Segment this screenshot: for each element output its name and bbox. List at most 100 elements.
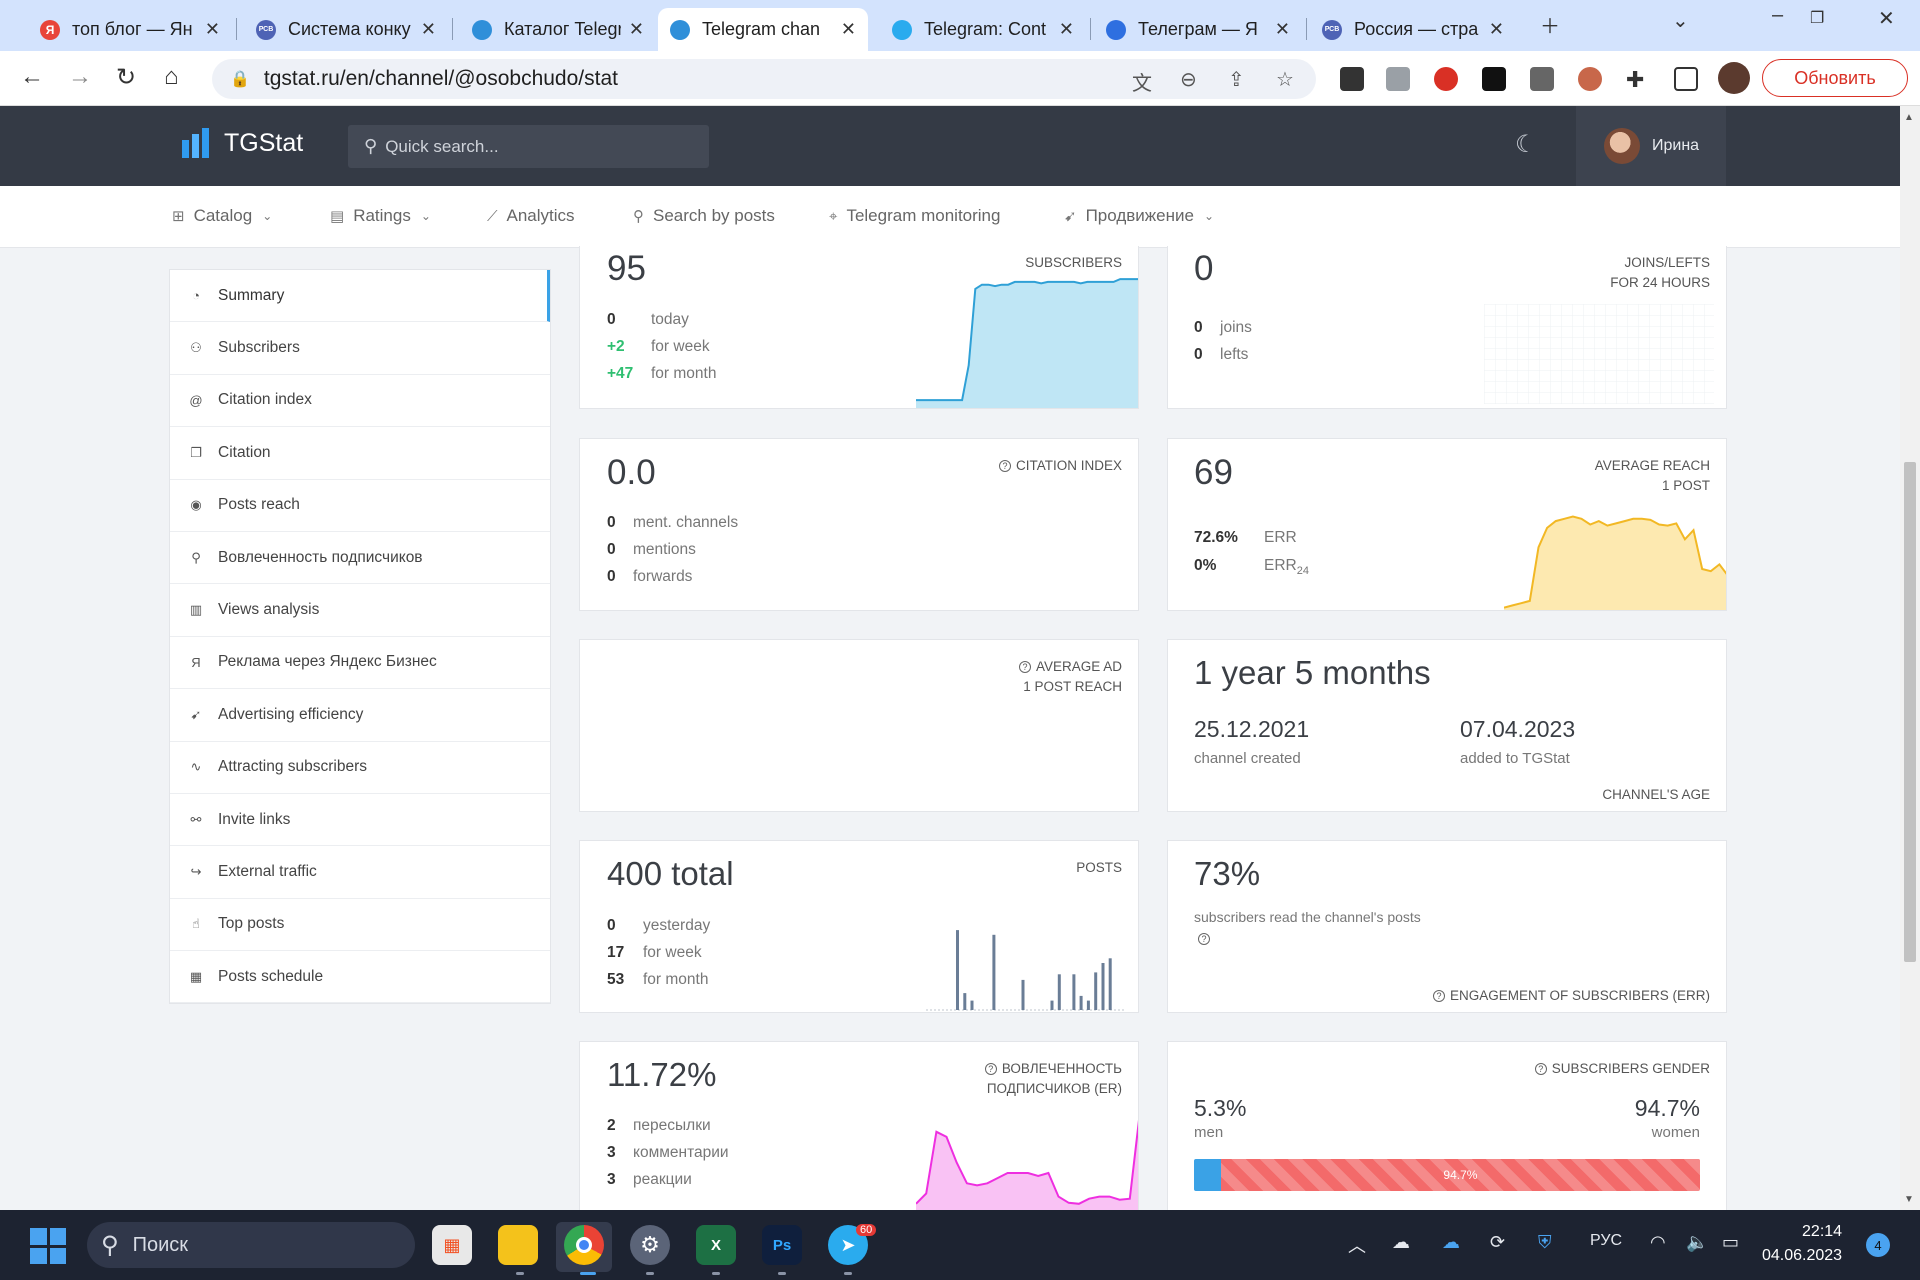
user-menu[interactable]: Ирина bbox=[1576, 106, 1726, 186]
extensions-puzzle-icon[interactable]: ✚ bbox=[1626, 67, 1650, 92]
quick-search-input[interactable]: ⚲ Quick search... bbox=[348, 125, 709, 168]
forward-icon[interactable]: → bbox=[68, 63, 92, 91]
dark-mode-icon[interactable]: ☾ bbox=[1515, 130, 1537, 159]
minimize-icon[interactable]: – bbox=[1772, 4, 1783, 27]
scroll-down-icon[interactable]: ▼ bbox=[1904, 1194, 1914, 1205]
profile-avatar[interactable] bbox=[1718, 62, 1750, 94]
close-tab-icon[interactable]: ✕ bbox=[1059, 19, 1074, 40]
extension-red-icon[interactable] bbox=[1434, 67, 1458, 91]
sidebar-item[interactable]: ◔ Summary bbox=[170, 270, 550, 323]
help-icon[interactable]: ? bbox=[998, 460, 1011, 472]
close-tab-icon[interactable]: ✕ bbox=[1275, 19, 1290, 40]
home-icon[interactable]: ⌂ bbox=[164, 63, 179, 91]
sidebar-item[interactable]: ⚲ Вовлеченность подписчиков bbox=[170, 532, 550, 585]
sidebar-item[interactable]: ↪ External traffic bbox=[170, 846, 550, 899]
sidebar-item[interactable]: ▦ Posts schedule bbox=[170, 951, 550, 1004]
browser-tab[interactable]: Каталог Telegr ✕ bbox=[460, 8, 656, 51]
close-tab-icon[interactable]: ✕ bbox=[629, 19, 644, 40]
tgstat-logo[interactable]: TGStat bbox=[182, 128, 303, 158]
extension-grey-icon[interactable] bbox=[1530, 67, 1554, 91]
settings-gear-icon[interactable]: ⚙ bbox=[630, 1225, 670, 1265]
running-indicator bbox=[712, 1272, 720, 1275]
nav-monitoring[interactable]: ⌖ Telegram monitoring bbox=[829, 206, 1000, 226]
scroll-up-icon[interactable]: ▲ bbox=[1904, 112, 1914, 123]
nav-search[interactable]: ⚲ Search by posts bbox=[633, 206, 775, 226]
nav-rocket[interactable]: ➹ Продвижение ⌄ bbox=[1064, 206, 1214, 226]
stat-label: for week bbox=[643, 944, 702, 961]
reload-icon[interactable]: ↻ bbox=[116, 63, 136, 92]
security-shield-icon[interactable]: ⛨ bbox=[1538, 1232, 1552, 1253]
stat-label: ment. channels bbox=[633, 514, 739, 531]
url-bar[interactable]: 🔒 tgstat.ru/en/channel/@osobchudo/stat 文… bbox=[212, 59, 1316, 99]
extension-code-icon[interactable] bbox=[1386, 67, 1410, 91]
system-clock[interactable]: 22:14 04.06.2023 bbox=[1762, 1220, 1842, 1268]
zoom-icon[interactable]: ⊖ bbox=[1180, 67, 1197, 92]
photoshop-icon[interactable]: Ps bbox=[762, 1225, 802, 1265]
extension-avatar-icon[interactable] bbox=[1578, 67, 1602, 91]
close-tab-icon[interactable]: ✕ bbox=[841, 19, 856, 40]
channel-age-caption: CHANNEL'S AGE bbox=[1602, 787, 1710, 802]
chrome-icon[interactable] bbox=[564, 1225, 604, 1265]
browser-tab[interactable]: Telegram chan ✕ bbox=[658, 8, 868, 51]
side-panel-icon[interactable] bbox=[1674, 67, 1698, 91]
new-tab-icon[interactable]: ＋ bbox=[1540, 10, 1560, 39]
sidebar-item[interactable]: ◉ Posts reach bbox=[170, 480, 550, 532]
store-icon[interactable]: ▦ bbox=[432, 1225, 472, 1265]
browser-tab[interactable]: Telegram: Cont ✕ bbox=[880, 8, 1086, 51]
translate-icon[interactable]: 文 bbox=[1132, 67, 1152, 96]
tray-overflow-icon[interactable]: ︿ bbox=[1348, 1232, 1366, 1258]
lock-icon[interactable]: 🔒 bbox=[230, 69, 250, 89]
notification-count-badge[interactable]: 4 bbox=[1866, 1233, 1890, 1257]
nav-grid[interactable]: ⊞ Catalog ⌄ bbox=[172, 206, 272, 226]
volume-icon[interactable]: 🔈 bbox=[1686, 1232, 1708, 1253]
stat-number: 2 bbox=[607, 1117, 616, 1134]
sidebar-item-label: Citation bbox=[218, 443, 271, 461]
excel-icon[interactable]: X bbox=[696, 1225, 736, 1265]
tab-search-icon[interactable]: ⌄ bbox=[1672, 8, 1689, 33]
browser-tab[interactable]: Ятоп блог — Ян ✕ bbox=[28, 8, 232, 51]
taskbar-search[interactable]: ⚲ Поиск bbox=[87, 1222, 415, 1268]
wifi-icon[interactable]: ◠ bbox=[1650, 1232, 1666, 1253]
cloud-error-icon[interactable]: ☁ bbox=[1392, 1232, 1410, 1253]
onedrive-icon[interactable]: ☁ bbox=[1442, 1232, 1460, 1253]
sidebar-item[interactable]: ⚇ Subscribers bbox=[170, 322, 550, 375]
sidebar-item[interactable]: ∿ Attracting subscribers bbox=[170, 742, 550, 794]
browser-tab[interactable]: Телеграм — Я ✕ bbox=[1094, 8, 1302, 51]
help-icon[interactable]: ? bbox=[984, 1063, 997, 1075]
close-tab-icon[interactable]: ✕ bbox=[1489, 19, 1504, 40]
help-icon[interactable]: ? bbox=[1198, 929, 1215, 949]
sidebar-item[interactable]: ⚯ Invite links bbox=[170, 794, 550, 847]
sidebar-item[interactable]: @ Citation index bbox=[170, 375, 550, 428]
help-icon[interactable]: ? bbox=[1432, 990, 1445, 1002]
sidebar-item[interactable]: Я Реклама через Яндекс Бизнес bbox=[170, 637, 550, 690]
extension-k-icon[interactable] bbox=[1482, 67, 1506, 91]
close-tab-icon[interactable]: ✕ bbox=[205, 19, 220, 40]
back-icon[interactable]: ← bbox=[20, 63, 44, 91]
close-window-icon[interactable]: ✕ bbox=[1878, 6, 1895, 31]
file-explorer-icon[interactable] bbox=[498, 1225, 538, 1265]
url-text[interactable]: tgstat.ru/en/channel/@osobchudo/stat bbox=[264, 67, 618, 91]
browser-tab[interactable]: РСВ Система конку ✕ bbox=[244, 8, 448, 51]
restore-icon[interactable]: ❐ bbox=[1810, 8, 1824, 28]
stat-label: реакции bbox=[633, 1171, 692, 1188]
sync-icon[interactable]: ⟳ bbox=[1490, 1232, 1505, 1253]
sidebar-item[interactable]: ➹ Advertising efficiency bbox=[170, 689, 550, 742]
scrollbar-thumb[interactable] bbox=[1904, 462, 1916, 962]
page-scrollbar[interactable]: ▲ ▼ bbox=[1900, 106, 1920, 1210]
battery-icon[interactable]: ▭ bbox=[1722, 1232, 1739, 1253]
share-icon[interactable]: ⇪ bbox=[1228, 67, 1245, 92]
start-button[interactable] bbox=[30, 1228, 66, 1264]
input-language[interactable]: РУС bbox=[1590, 1232, 1622, 1250]
close-tab-icon[interactable]: ✕ bbox=[421, 19, 436, 40]
help-icon[interactable]: ? bbox=[1534, 1063, 1547, 1075]
help-icon[interactable]: ? bbox=[1018, 661, 1031, 673]
browser-tab[interactable]: РСВ Россия — стра ✕ bbox=[1310, 8, 1516, 51]
sidebar-item[interactable]: ▥ Views analysis bbox=[170, 584, 550, 637]
nav-chart[interactable]: ⟋ Analytics bbox=[487, 206, 575, 226]
nav-table[interactable]: ▤ Ratings ⌄ bbox=[330, 206, 431, 226]
extension-dots-icon[interactable] bbox=[1340, 67, 1364, 91]
sidebar-item[interactable]: ☝ Top posts bbox=[170, 899, 550, 952]
update-browser-button[interactable]: Обновить bbox=[1762, 59, 1908, 97]
sidebar-item[interactable]: ❐ Citation bbox=[170, 427, 550, 480]
bookmark-star-icon[interactable]: ☆ bbox=[1276, 67, 1294, 92]
